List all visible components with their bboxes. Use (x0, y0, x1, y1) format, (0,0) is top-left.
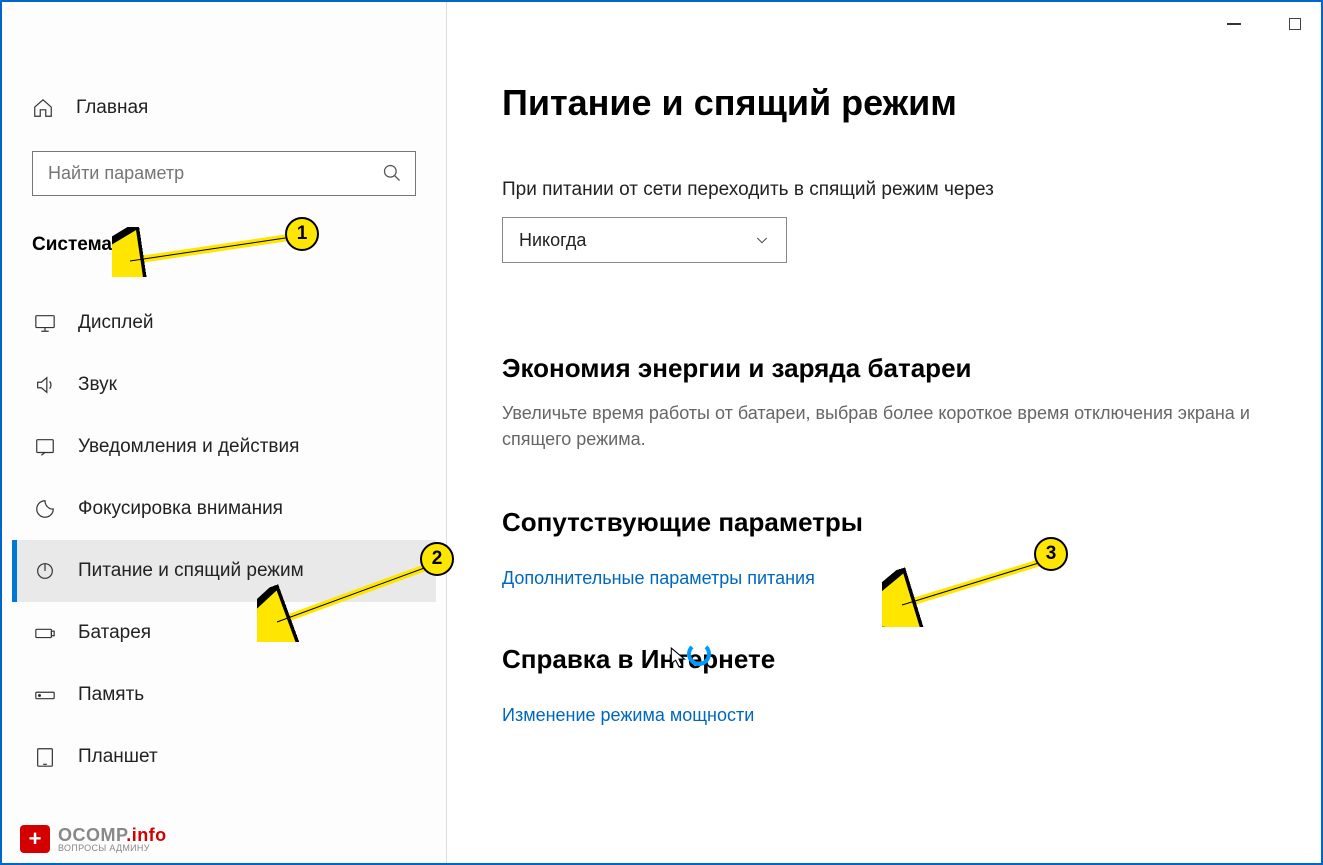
sidebar-item-display[interactable]: Дисплей (12, 292, 436, 354)
watermark-name2: .info (126, 825, 167, 845)
energy-description: Увеличьте время работы от батареи, выбра… (502, 400, 1281, 452)
sidebar-item-label: Фокусировка внимания (78, 498, 283, 520)
notifications-icon (34, 436, 56, 458)
page-title: Питание и спящий режим (502, 82, 1281, 124)
section-related-title: Сопутствующие параметры (502, 507, 1281, 538)
minimize-icon (1227, 23, 1241, 25)
minimize-button[interactable] (1216, 10, 1252, 38)
chevron-down-icon (754, 232, 770, 248)
sidebar-item-notifications[interactable]: Уведомления и действия (12, 416, 436, 478)
sleep-timeout-select[interactable]: Никогда (502, 217, 787, 263)
sidebar-item-focus[interactable]: Фокусировка внимания (12, 478, 436, 540)
sidebar-item-battery[interactable]: Батарея (12, 602, 436, 664)
sleep-timeout-value: Никогда (519, 230, 586, 251)
home-icon (32, 97, 54, 119)
sidebar-item-power[interactable]: Питание и спящий режим (12, 540, 436, 602)
sound-icon (34, 374, 56, 396)
storage-icon (34, 684, 56, 706)
section-help-title: Справка в Интернете (502, 644, 1281, 675)
search-icon (382, 163, 402, 183)
focus-icon (34, 498, 56, 520)
watermark-name1: OCOMP (58, 825, 126, 845)
home-label: Главная (76, 97, 148, 119)
battery-icon (34, 622, 56, 644)
sidebar-item-label: Уведомления и действия (78, 436, 299, 458)
display-icon (34, 312, 56, 334)
search-input[interactable] (32, 151, 416, 196)
sidebar-item-sound[interactable]: Звук (12, 354, 436, 416)
sidebar-item-label: Память (78, 684, 144, 706)
main-content: Питание и спящий режим При питании от се… (447, 2, 1321, 863)
sidebar-item-storage[interactable]: Память (12, 664, 436, 726)
watermark: + OCOMP.info ВОПРОСЫ АДМИНУ (20, 825, 167, 853)
tablet-icon (34, 746, 56, 768)
sidebar-item-label: Звук (78, 374, 117, 396)
sidebar: Главная Система Дисплей Звук Уведомления… (2, 2, 447, 863)
help-link-power-mode[interactable]: Изменение режима мощности (502, 705, 754, 726)
sidebar-item-label: Батарея (78, 622, 151, 644)
sidebar-section-label: Система (12, 206, 436, 272)
section-energy-title: Экономия энергии и заряда батареи (502, 353, 1281, 384)
sidebar-item-tablet[interactable]: Планшет (12, 726, 436, 788)
sleep-timeout-label: При питании от сети переходить в спящий … (502, 179, 1281, 201)
maximize-button[interactable] (1277, 10, 1313, 38)
sidebar-item-home[interactable]: Главная (12, 87, 436, 129)
sidebar-item-label: Питание и спящий режим (78, 560, 304, 582)
power-icon (34, 560, 56, 582)
watermark-tagline: ВОПРОСЫ АДМИНУ (58, 844, 167, 853)
sidebar-item-label: Планшет (78, 746, 158, 768)
maximize-icon (1289, 18, 1301, 30)
watermark-logo-icon: + (20, 825, 50, 853)
sidebar-item-label: Дисплей (78, 312, 154, 334)
additional-power-settings-link[interactable]: Дополнительные параметры питания (502, 568, 815, 589)
